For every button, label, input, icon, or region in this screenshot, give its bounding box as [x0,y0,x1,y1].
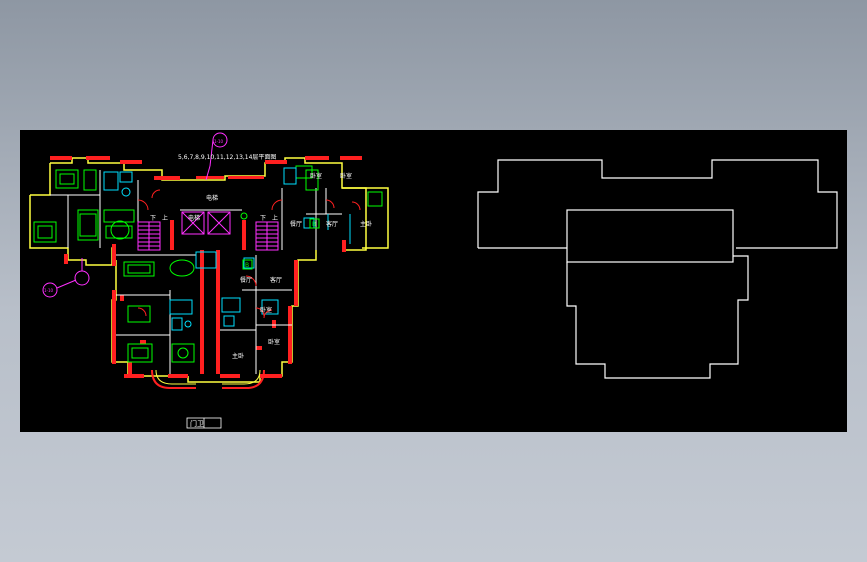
structural-walls [50,156,362,378]
label-bedroom-right-1: 卧室 [310,172,322,180]
svg-text:B: B [312,221,316,228]
label-elevator-car-1: 电梯 [188,214,200,222]
building-outline [477,159,838,379]
callout-left-label: 1-10 [44,288,54,293]
label-stair-down-right: 下 [260,215,266,222]
shaft-marker-1: B [309,218,320,229]
bottom-tag: 门卫 [186,417,222,429]
label-stair-up-left: 上 [162,214,168,222]
label-dining-lower: 餐厅 [240,276,252,284]
central-core-outline [566,209,734,263]
label-stair-up-right: 上 [272,214,278,222]
label-master-bedroom-lower: 主卧 [232,352,244,360]
callout-top-label: 1-10 [214,139,224,144]
stair-left [137,221,161,251]
door-swings [137,189,361,319]
svg-text:门卫: 门卫 [190,419,204,428]
label-bedroom-right-2: 卧室 [340,172,352,180]
cad-model-space[interactable]: 电梯 电梯 下 上 下 上 餐厅 客厅 主卧 卧室 卧室 餐厅 客厅 卧室 卧室… [20,130,847,432]
drawing-title-note: 5,6,7,8,9,10,11,12,13,14层平面图 [178,154,276,161]
upper-wing-outline [477,159,838,249]
label-master-bedroom-right: 主卧 [360,220,372,228]
label-living-right: 客厅 [326,220,338,228]
bay-windows [151,369,265,389]
floor-plan: 电梯 电梯 下 上 下 上 餐厅 客厅 主卧 卧室 卧室 餐厅 客厅 卧室 卧室… [29,132,389,429]
label-dining-right: 餐厅 [290,220,302,228]
label-bedroom-lower-1: 卧室 [260,306,272,314]
label-stair-down-left: 下 [150,215,156,222]
label-living-lower: 客厅 [270,276,282,284]
cad-drawing-canvas[interactable]: 电梯 电梯 下 上 下 上 餐厅 客厅 主卧 卧室 卧室 餐厅 客厅 卧室 卧室… [20,130,847,432]
label-elevator-lobby: 电梯 [206,194,218,202]
lower-wing-outline [566,255,749,379]
exterior-walls [29,157,389,383]
stair-right [255,221,279,251]
svg-text:B: B [245,262,249,269]
label-bedroom-lower-2: 卧室 [268,338,280,346]
